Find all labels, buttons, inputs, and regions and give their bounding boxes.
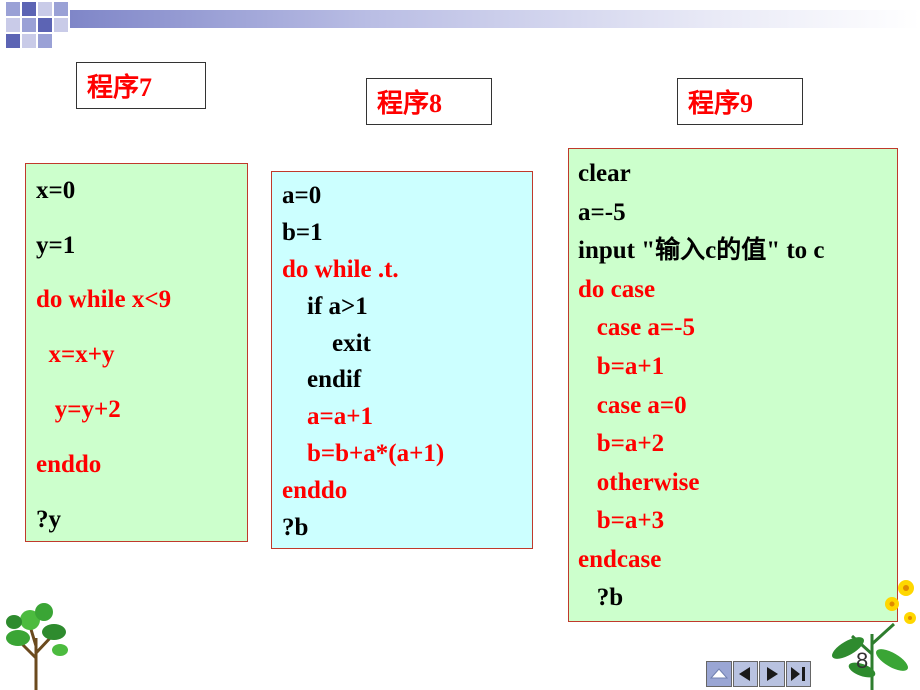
prev-icon <box>739 667 751 681</box>
code-line: ?b <box>282 514 309 541</box>
flower-icon <box>832 580 916 690</box>
code-line: do case <box>578 276 656 303</box>
code-line: a=0 <box>282 182 322 209</box>
slide-number: 8 <box>856 648 869 673</box>
code-line: enddo <box>36 451 102 478</box>
code-line: b=a+3 <box>578 507 665 534</box>
slide-navigation <box>706 661 812 689</box>
code-line: y=1 <box>36 232 76 259</box>
code-line: do while x<9 <box>36 286 172 313</box>
next-icon <box>766 667 778 681</box>
next-button[interactable] <box>759 661 785 687</box>
code-line: a=-5 <box>578 199 626 226</box>
code-line: otherwise <box>578 469 700 496</box>
tree-icon <box>6 603 68 690</box>
code-line: a=a+1 <box>282 403 373 430</box>
code-line: input "输入c的值" to c <box>578 237 825 264</box>
header-square <box>54 18 68 32</box>
code-panel-program-7: x=0 y=1 do while x<9 x=x+y y=y+2 enddo ?… <box>25 163 248 542</box>
code-line: enddo <box>282 477 348 504</box>
code-line: b=1 <box>282 219 323 246</box>
header-square <box>54 2 68 16</box>
code-line: x=0 <box>36 177 76 204</box>
code-line: x=x+y <box>36 341 115 368</box>
code-line: case a=-5 <box>578 314 695 341</box>
code-line: y=y+2 <box>36 396 121 423</box>
code-line: endif <box>282 366 362 393</box>
last-icon <box>791 667 806 681</box>
header-square <box>38 34 52 48</box>
header-bar <box>70 10 920 28</box>
code-line: ?y <box>36 506 61 533</box>
header-square <box>6 2 20 16</box>
code-line: if a>1 <box>282 293 368 320</box>
code-line: b=b+a*(a+1) <box>282 440 445 467</box>
header-square <box>38 18 52 32</box>
previous-button[interactable] <box>732 661 758 687</box>
header-square <box>22 34 36 48</box>
title-program-9: 程序9 <box>677 78 803 125</box>
title-program-7: 程序7 <box>76 62 206 109</box>
header-square <box>6 18 20 32</box>
code-line: do while .t. <box>282 256 399 283</box>
code-line: endcase <box>578 546 662 573</box>
header-square <box>6 34 20 48</box>
header-square <box>22 2 36 16</box>
title-program-8: 程序8 <box>366 78 492 125</box>
code-panel-program-9: clear a=-5 input "输入c的值" to c do case ca… <box>568 148 898 622</box>
code-line: b=a+2 <box>578 430 665 457</box>
code-panel-program-8: a=0 b=1 do while .t. if a>1 exit endif a… <box>271 171 533 549</box>
code-line: ?b <box>578 584 624 611</box>
last-button[interactable] <box>785 661 811 687</box>
code-line: case a=0 <box>578 392 687 419</box>
header-square <box>22 18 36 32</box>
code-line: clear <box>578 160 631 187</box>
home-icon <box>709 668 728 679</box>
code-line: b=a+1 <box>578 353 665 380</box>
code-line: exit <box>282 330 371 357</box>
header-square <box>38 2 52 16</box>
home-button[interactable] <box>706 661 732 687</box>
